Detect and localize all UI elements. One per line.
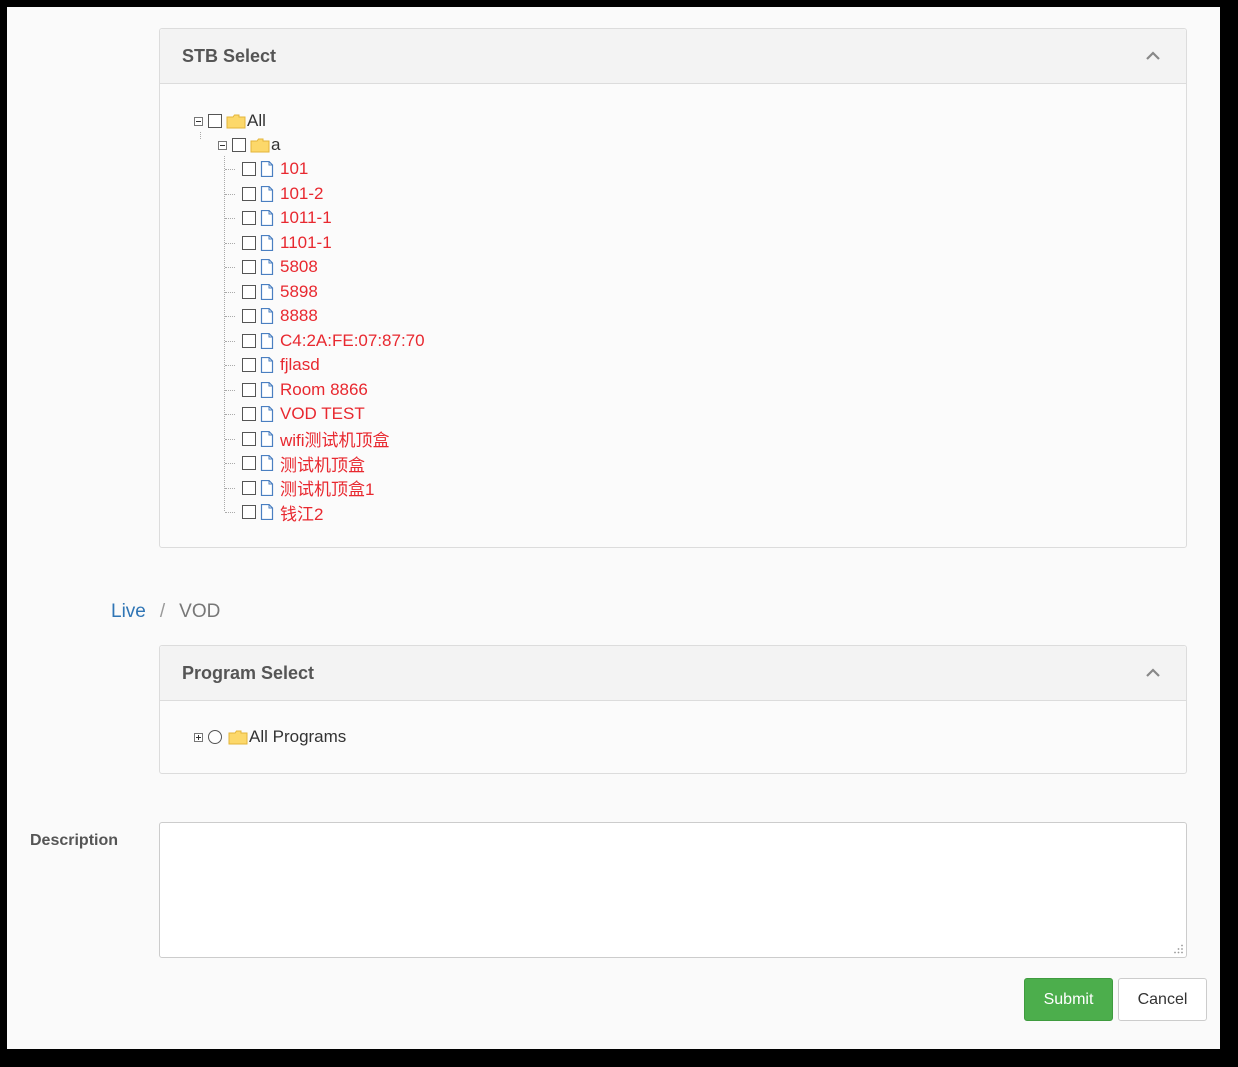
breadcrumb-live-link[interactable]: Live <box>111 601 146 623</box>
tree-label-a[interactable]: a <box>271 135 280 155</box>
description-textarea[interactable] <box>159 822 1187 958</box>
stb-checkbox[interactable] <box>242 162 256 176</box>
stb-checkbox[interactable] <box>242 186 256 201</box>
file-icon <box>260 161 274 177</box>
file-icon <box>260 357 274 373</box>
tree-leaf-item: 测试机顶盒 <box>242 451 365 476</box>
stb-checkbox[interactable] <box>242 309 256 323</box>
tree-leaf-item: 5808 <box>242 257 318 277</box>
file-icon <box>260 381 274 398</box>
panel-title: STB Select <box>182 45 277 66</box>
stb-item-label[interactable]: 8888 <box>280 306 318 326</box>
stb-select-header: STB Select <box>160 29 1186 84</box>
folder-icon <box>250 138 270 152</box>
tree-label-all[interactable]: All <box>247 111 266 131</box>
tree-leaf-item: fjlasd <box>242 355 320 375</box>
description-label: Description <box>30 832 119 849</box>
tree-leaf-item: 测试机顶盒1 <box>242 475 374 500</box>
tree-leaf-item: C4:2A:FE:07:87:70 <box>242 331 425 351</box>
stb-item-label[interactable]: VOD TEST <box>280 404 365 424</box>
stb-select-panel: STB Select All a 101 101-2 1011-1 1101-1… <box>159 28 1187 548</box>
file-icon <box>260 504 274 520</box>
stb-checkbox[interactable] <box>242 284 256 299</box>
stb-checkbox[interactable] <box>242 358 256 372</box>
cancel-button[interactable]: Cancel <box>1118 978 1207 1021</box>
file-icon <box>260 185 274 202</box>
folder-icon <box>226 114 246 128</box>
program-select-header: Program Select <box>160 646 1186 701</box>
tree-leaf-item: 5898 <box>242 282 318 302</box>
stb-item-label[interactable]: 1011-1 <box>280 208 332 228</box>
breadcrumb-current: VOD <box>179 601 221 622</box>
tree-label-all-programs[interactable]: All Programs <box>249 727 346 747</box>
tree-leaf-item: 1101-1 <box>242 233 332 253</box>
stb-item-label[interactable]: 101 <box>280 159 308 179</box>
stb-checkbox[interactable] <box>242 333 256 348</box>
tree-expand-icon[interactable] <box>194 732 203 742</box>
tree-leaf-item: 钱江2 <box>242 500 323 525</box>
form-container: STB Select All a 101 101-2 1011-1 1101-1… <box>7 7 1220 1049</box>
stb-item-label[interactable]: Room 8866 <box>280 380 368 400</box>
stb-item-label[interactable]: 钱江2 <box>280 500 323 525</box>
file-icon <box>260 406 274 422</box>
file-icon <box>260 479 274 496</box>
tree-leaf-item: VOD TEST <box>242 404 365 424</box>
tree-leaf-item: wifi测试机顶盒 <box>242 426 390 451</box>
tree-node-a: a <box>218 135 280 155</box>
checkbox-all[interactable] <box>208 114 222 128</box>
chevron-up-icon[interactable] <box>1142 45 1164 67</box>
stb-item-label[interactable]: C4:2A:FE:07:87:70 <box>280 331 425 351</box>
stb-item-label[interactable]: 101-2 <box>280 184 323 204</box>
stb-item-label[interactable]: 测试机顶盒 <box>280 451 365 476</box>
stb-item-label[interactable]: 5808 <box>280 257 318 277</box>
tree-node-all: All <box>194 111 266 131</box>
tree-collapse-icon[interactable] <box>194 116 203 126</box>
file-icon <box>260 259 274 275</box>
file-icon <box>260 332 274 349</box>
file-icon <box>260 210 274 226</box>
stb-item-label[interactable]: 5898 <box>280 282 318 302</box>
stb-checkbox[interactable] <box>242 407 256 421</box>
tree-leaf-item: Room 8866 <box>242 380 368 400</box>
file-icon <box>260 234 274 251</box>
stb-checkbox[interactable] <box>242 382 256 397</box>
stb-checkbox[interactable] <box>242 431 256 446</box>
file-icon <box>260 430 274 447</box>
breadcrumb: Live / VOD <box>111 601 220 623</box>
tree-leaf-item: 1011-1 <box>242 208 332 228</box>
resize-grip-icon[interactable] <box>1173 944 1183 954</box>
folder-icon <box>228 730 248 744</box>
submit-button[interactable]: Submit <box>1024 978 1113 1021</box>
tree-collapse-icon[interactable] <box>218 140 227 150</box>
file-icon <box>260 455 274 471</box>
stb-checkbox[interactable] <box>242 456 256 470</box>
file-icon <box>260 283 274 300</box>
tree-node-all-programs: All Programs <box>194 727 346 747</box>
stb-item-label[interactable]: wifi测试机顶盒 <box>280 426 390 451</box>
stb-checkbox[interactable] <box>242 505 256 519</box>
tree-leaf-item: 101 <box>242 159 308 179</box>
stb-item-label[interactable]: fjlasd <box>280 355 320 375</box>
stb-checkbox[interactable] <box>242 480 256 495</box>
stb-checkbox[interactable] <box>242 211 256 225</box>
radio-all-programs[interactable] <box>208 730 222 744</box>
chevron-up-icon[interactable] <box>1142 662 1164 684</box>
panel-title: Program Select <box>182 662 315 683</box>
tree-leaf-item: 101-2 <box>242 184 323 204</box>
file-icon <box>260 308 274 324</box>
stb-checkbox[interactable] <box>242 260 256 274</box>
checkbox-a[interactable] <box>232 138 246 152</box>
stb-checkbox[interactable] <box>242 235 256 250</box>
breadcrumb-separator: / <box>159 601 166 622</box>
stb-item-label[interactable]: 1101-1 <box>280 233 332 253</box>
tree-leaf-item: 8888 <box>242 306 318 326</box>
program-select-panel: Program Select All Programs <box>159 645 1187 774</box>
stb-item-label[interactable]: 测试机顶盒1 <box>280 475 374 500</box>
tree-connector <box>224 156 225 511</box>
